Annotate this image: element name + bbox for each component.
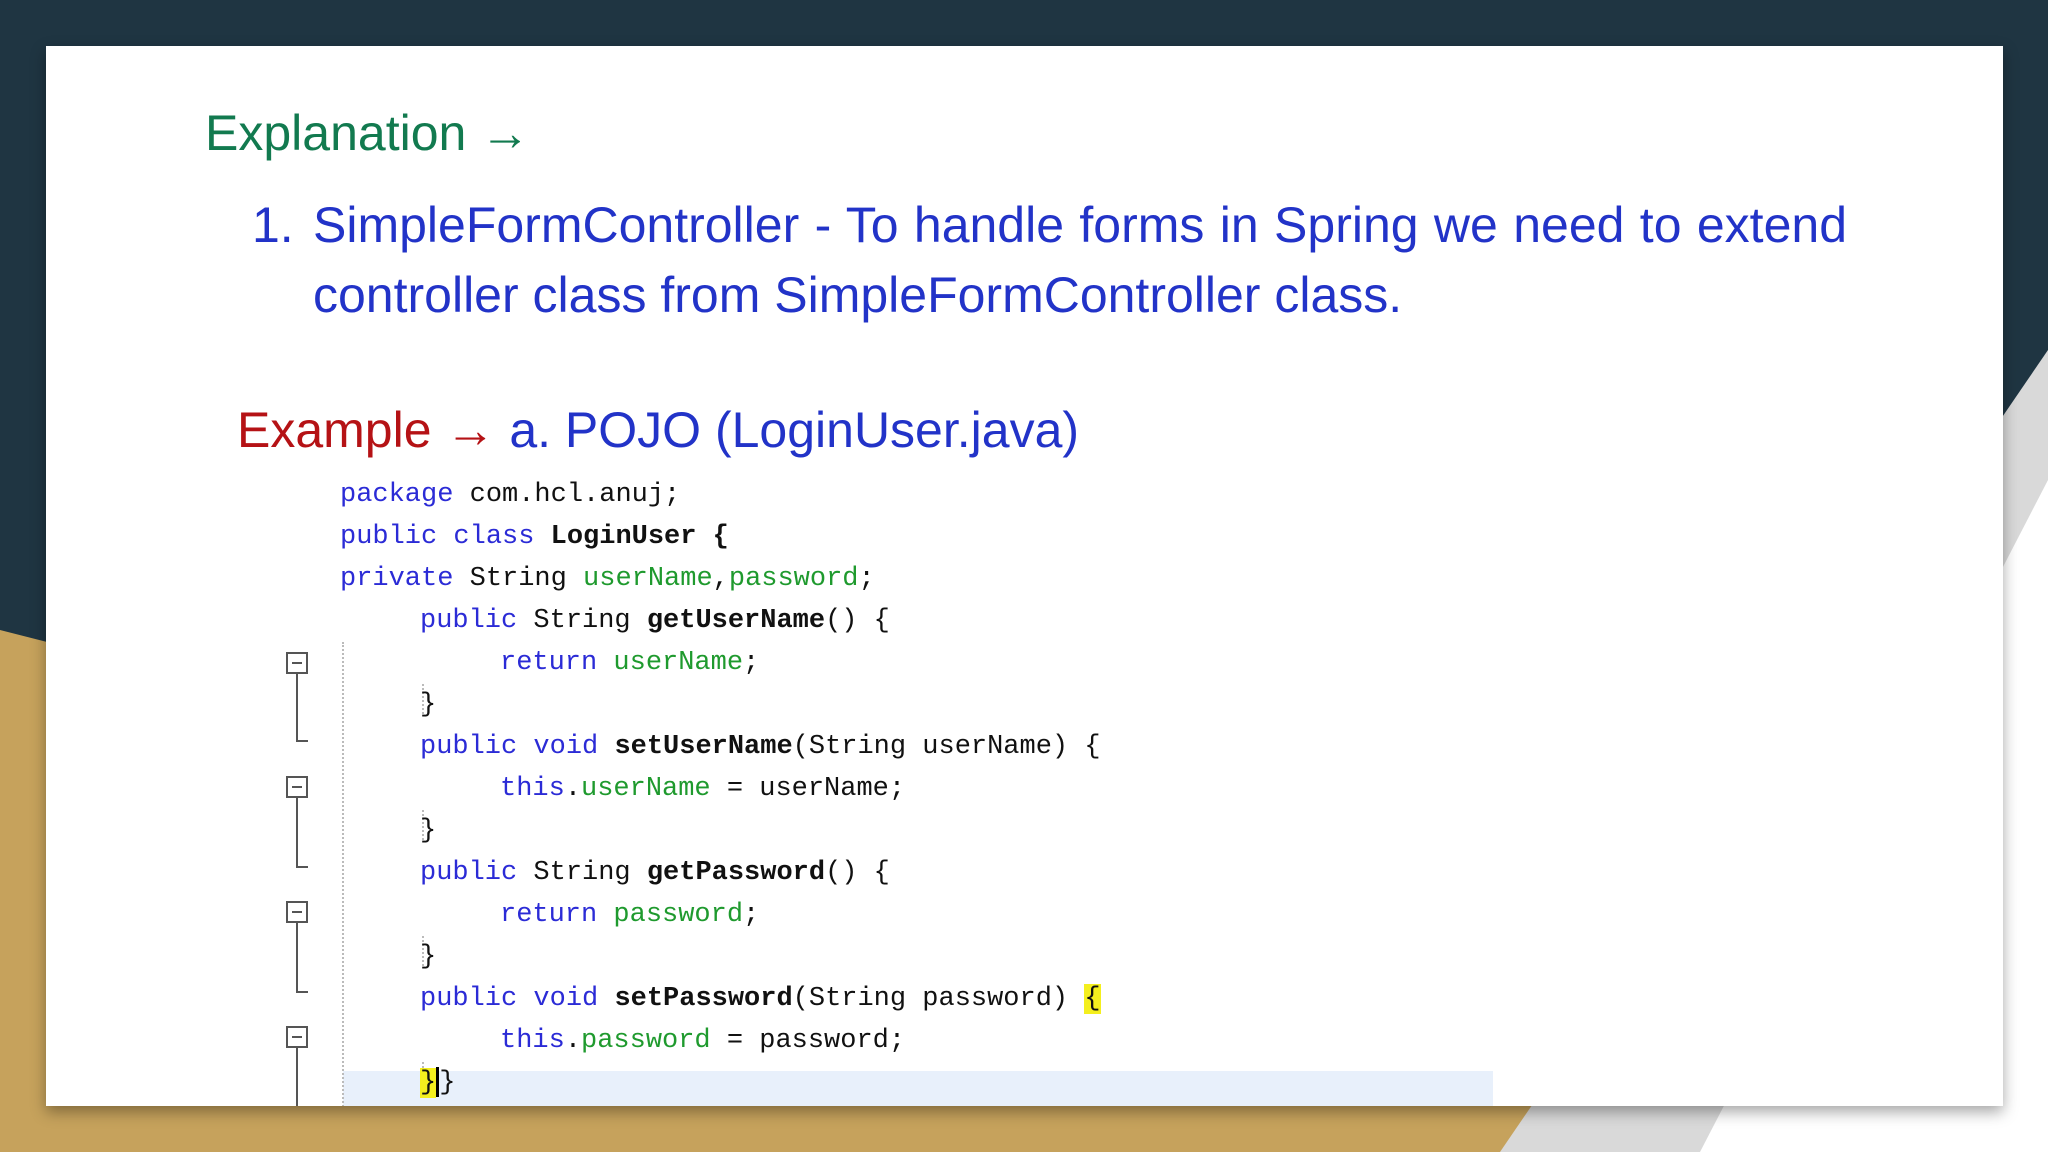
code-field: userName: [597, 648, 744, 678]
code-keyword: private: [340, 564, 454, 594]
code-keyword: return: [500, 648, 598, 678]
code-text: ,: [712, 564, 729, 594]
example-arrow: →: [445, 402, 496, 458]
code-keyword: this: [500, 774, 565, 804]
point-text: SimpleFormController - To handle forms i…: [313, 197, 1847, 323]
code-line: private String userName,password;: [340, 558, 875, 600]
code-keyword: this: [500, 1026, 565, 1056]
explanation-heading: Explanation →: [205, 105, 531, 161]
code-line: package com.hcl.anuj;: [340, 474, 680, 516]
code-text: ;: [743, 648, 760, 678]
code-field: password: [581, 1026, 711, 1056]
fold-toggle-icon[interactable]: [286, 776, 308, 798]
code-method: setUserName: [614, 732, 793, 762]
code-field: password: [597, 900, 744, 930]
code-keyword: return: [500, 900, 598, 930]
fold-line: [296, 1048, 298, 1106]
fold-line: [296, 866, 308, 868]
fold-line: [296, 923, 298, 993]
code-keyword: public void: [420, 732, 599, 762]
code-line: public String getUserName() {: [420, 600, 890, 642]
slide: Explanation → 1. SimpleFormController - …: [46, 46, 2003, 1106]
code-line: this.password = password;: [500, 1020, 905, 1062]
fold-toggle-icon[interactable]: [286, 901, 308, 923]
code-method: setPassword: [614, 984, 793, 1014]
code-line[interactable]: }}: [420, 1062, 455, 1104]
code-keyword: public class: [340, 522, 535, 552]
code-keyword: public: [420, 858, 518, 888]
code-field: userName: [581, 774, 711, 804]
point-number: 1.: [252, 197, 294, 253]
code-keyword: package: [340, 480, 454, 510]
code-text: = userName;: [710, 774, 906, 804]
code-text: () {: [825, 858, 890, 888]
code-line: return userName;: [500, 642, 759, 684]
code-text: }: [420, 816, 437, 846]
code-text: }: [439, 1068, 456, 1098]
fold-line: [296, 674, 298, 742]
code-text: ;: [858, 564, 875, 594]
matched-brace: }: [420, 1068, 437, 1098]
fold-toggle-icon[interactable]: [286, 1026, 308, 1048]
code-method: getPassword: [646, 858, 826, 888]
code-keyword: public: [420, 606, 518, 636]
current-line-highlight: [343, 1071, 1493, 1106]
code-line: public class LoginUser {: [340, 516, 729, 558]
code-text: com.hcl.anuj;: [453, 480, 681, 510]
example-title: a. POJO (LoginUser.java): [509, 402, 1080, 458]
example-label: Example: [237, 402, 432, 458]
code-text: String: [517, 858, 647, 888]
code-text: }: [420, 690, 437, 720]
code-text: String: [517, 606, 647, 636]
code-text: (String userName) {: [792, 732, 1101, 762]
code-text: ;: [743, 900, 760, 930]
code-keyword: public void: [420, 984, 599, 1014]
fold-line: [296, 798, 298, 868]
code-field: password: [728, 564, 859, 594]
matched-brace: {: [1084, 984, 1101, 1014]
code-field: userName: [583, 564, 713, 594]
code-text: .: [564, 1026, 582, 1056]
fold-toggle-icon[interactable]: [286, 652, 308, 674]
code-text: () {: [825, 606, 890, 636]
code-line: }: [420, 684, 436, 726]
code-text: String: [453, 564, 584, 594]
example-heading: Example → a. POJO (LoginUser.java): [237, 401, 1079, 459]
code-line: public String getPassword() {: [420, 852, 890, 894]
code-text: = password;: [710, 1026, 906, 1056]
code-text: LoginUser {: [534, 522, 729, 552]
code-editor: package com.hcl.anuj; public class Login…: [236, 474, 1496, 1106]
code-text: .: [564, 774, 582, 804]
fold-line: [296, 991, 308, 993]
code-line: }: [420, 936, 436, 978]
indent-guide: [342, 642, 344, 1106]
code-line: public void setUserName(String userName)…: [420, 726, 1101, 768]
code-method: getUserName: [646, 606, 826, 636]
code-line: return password;: [500, 894, 759, 936]
code-text: }: [420, 942, 437, 972]
code-text: (String password): [792, 984, 1085, 1014]
code-line: public void setPassword(String password)…: [420, 978, 1101, 1020]
code-line: this.userName = userName;: [500, 768, 905, 810]
fold-line: [296, 740, 308, 742]
code-line: }: [420, 810, 436, 852]
